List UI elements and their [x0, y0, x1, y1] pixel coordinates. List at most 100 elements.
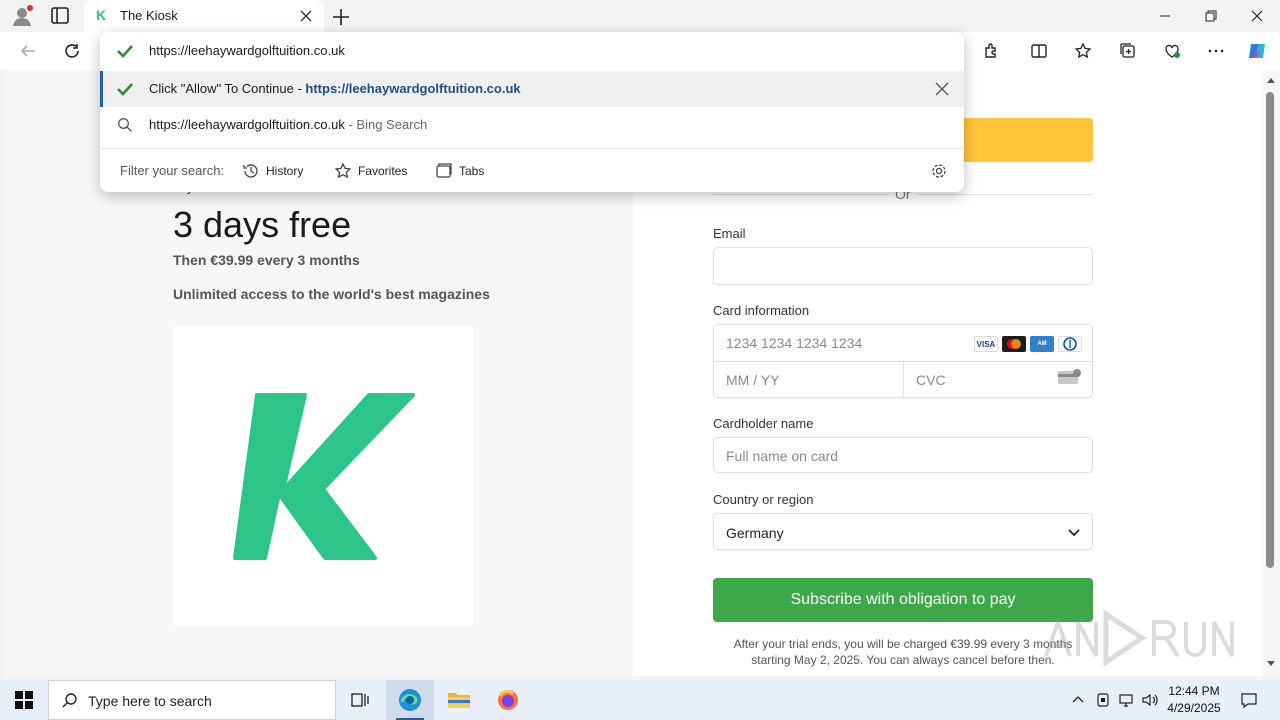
restore-button[interactable] [1188, 0, 1234, 32]
extensions-icon[interactable] [980, 40, 1002, 62]
visa-icon: VISA [974, 336, 998, 352]
windows-taskbar: Type here to search 12:44 PM 4/29/2025 [0, 680, 1280, 720]
cardholder-placeholder: Full name on card [726, 448, 839, 464]
trial-headline: 3 days free [173, 204, 352, 245]
product-tagline: Unlimited access to the world's best mag… [173, 286, 490, 302]
history-icon [243, 164, 258, 178]
profile-icon[interactable] [10, 4, 34, 28]
email-label: Email [713, 226, 746, 241]
search-suggestion-suffix: - Bing Search [348, 117, 428, 132]
country-select[interactable]: Germany [713, 513, 1093, 550]
suggestion-url: https://leehaywardgolftuition.co.uk [305, 81, 521, 96]
filter-tabs[interactable]: Tabs [435, 161, 484, 181]
country-label: Country or region [713, 492, 814, 507]
price-line: Then €39.99 every 3 months [173, 252, 360, 268]
filter-tabs-label: Tabs [459, 164, 485, 178]
address-bar-dropdown: https://leehaywardgolftuition.co.uk Clic… [100, 32, 964, 192]
filter-favorites-label: Favorites [358, 164, 408, 178]
page-scrollbar[interactable] [1262, 70, 1280, 676]
browser-essentials-icon[interactable] [1161, 40, 1183, 62]
address-text[interactable]: https://leehaywardgolftuition.co.uk [149, 43, 345, 58]
suggestion-allow-continue[interactable]: Click "Allow" To Continue - https://leeh… [100, 71, 964, 107]
filter-history-label: History [266, 164, 304, 178]
remove-suggestion-icon[interactable] [934, 81, 950, 97]
search-icon [61, 692, 79, 710]
defender-icon[interactable] [1093, 690, 1113, 710]
cvc-input[interactable]: CVC [904, 362, 1092, 398]
favorites-icon[interactable] [1072, 40, 1094, 62]
address-bar[interactable]: https://leehaywardgolftuition.co.uk [100, 32, 964, 70]
taskbar-edge[interactable] [386, 680, 434, 720]
suggestion-middle: ntinue - [258, 81, 306, 96]
tab-title: The Kiosk [120, 8, 178, 23]
close-window-button[interactable] [1234, 0, 1280, 32]
scroll-up-icon[interactable] [1266, 76, 1276, 84]
tray-overflow-icon[interactable] [1068, 690, 1088, 710]
cvc-placeholder: CVC [916, 372, 946, 388]
tab-actions-icon[interactable] [48, 6, 72, 26]
minimize-button[interactable] [1142, 0, 1188, 32]
taskbar-search[interactable]: Type here to search [48, 680, 336, 720]
more-menu-icon[interactable] [1205, 40, 1227, 62]
taskbar-clock[interactable]: 12:44 PM 4/29/2025 [1160, 683, 1228, 717]
clock-date: 4/29/2025 [1167, 701, 1221, 715]
gear-icon[interactable] [930, 162, 948, 180]
new-tab-button[interactable] [330, 6, 352, 28]
task-view-button[interactable] [336, 680, 384, 720]
refresh-button[interactable] [58, 38, 86, 64]
card-number-input[interactable]: 1234 1234 1234 1234 VISA AM [714, 325, 1092, 361]
cardholder-input[interactable]: Full name on card [713, 437, 1093, 473]
start-button[interactable] [0, 680, 48, 720]
selection-indicator [100, 71, 103, 107]
kiosk-favicon-icon: K [96, 7, 107, 23]
tab-the-kiosk[interactable]: K The Kiosk [84, 0, 324, 32]
taskbar-search-placeholder: Type here to search [88, 693, 212, 709]
tab-bar: K The Kiosk [0, 0, 1280, 32]
search-icon [117, 117, 133, 133]
collections-icon[interactable] [1117, 40, 1139, 62]
kiosk-logo [173, 326, 473, 626]
kiosk-k-logo-icon [233, 393, 415, 560]
checkmark-icon [116, 80, 134, 98]
search-filter-bar: Filter your search: History Favorites Ta… [100, 148, 964, 192]
back-button[interactable] [14, 38, 42, 64]
terms-line-1: After your trial ends, you will be charg… [733, 637, 1073, 651]
task-view-icon [351, 693, 369, 707]
volume-icon[interactable] [1140, 690, 1160, 710]
taskbar-file-explorer[interactable] [435, 680, 483, 720]
tabs-icon [436, 163, 452, 178]
notifications-icon[interactable] [1238, 690, 1260, 710]
scroll-thumb[interactable] [1266, 92, 1274, 568]
copilot-icon[interactable] [1246, 40, 1268, 62]
card-number-placeholder: 1234 1234 1234 1234 [726, 335, 863, 351]
filter-label: Filter your search: [120, 163, 225, 178]
windows-logo-icon [15, 691, 33, 709]
diners-club-icon [1058, 336, 1082, 352]
taskbar-firefox[interactable] [484, 680, 532, 720]
network-icon[interactable] [1116, 690, 1136, 710]
split-screen-icon[interactable] [1028, 40, 1050, 62]
trial-terms: After your trial ends, you will be charg… [713, 636, 1093, 668]
chevron-down-icon [1066, 524, 1082, 540]
tab-close-icon[interactable] [298, 8, 314, 24]
scroll-down-icon[interactable] [1266, 660, 1276, 668]
edge-icon [399, 689, 421, 711]
cardholder-label: Cardholder name [713, 416, 814, 431]
mastercard-icon [1002, 336, 1026, 352]
amex-icon: AM [1030, 336, 1054, 352]
card-info-group: 1234 1234 1234 1234 VISA AM MM / YY CVC [713, 324, 1093, 398]
folder-icon [448, 693, 470, 708]
expiry-input[interactable]: MM / YY [714, 362, 903, 398]
card-info-label: Card information [713, 303, 810, 318]
checkmark-icon [116, 42, 134, 60]
search-suggestion-text: https://leehaywardgolftuition.co.uk [149, 117, 345, 132]
suggestion-bing-search[interactable]: https://leehaywardgolftuition.co.uk - Bi… [100, 107, 964, 143]
filter-history[interactable]: History [242, 161, 303, 181]
expiry-placeholder: MM / YY [726, 372, 780, 388]
subscribe-button[interactable]: Subscribe with obligation to pay [713, 578, 1093, 622]
anyrun-watermark [1038, 606, 1238, 670]
cvc-card-icon [1058, 369, 1082, 385]
email-field[interactable] [713, 247, 1093, 285]
clock-time: 12:44 PM [1168, 684, 1220, 698]
filter-favorites[interactable]: Favorites [334, 161, 407, 181]
